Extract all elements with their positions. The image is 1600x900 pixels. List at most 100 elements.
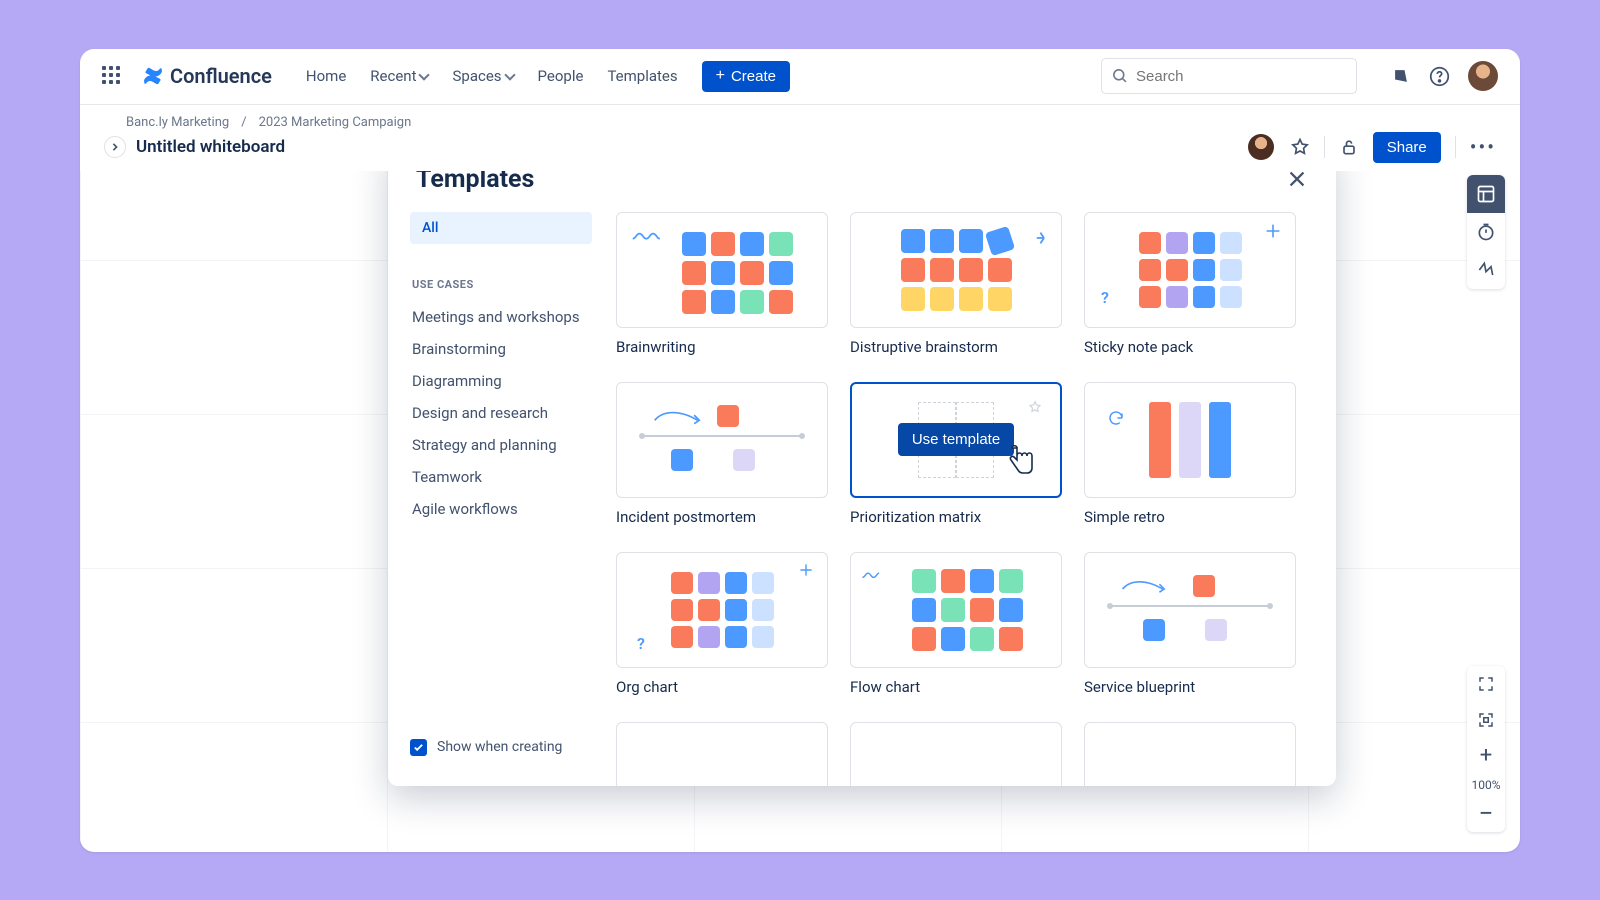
product-name: Confluence xyxy=(170,64,272,88)
question-icon: ? xyxy=(637,634,645,653)
template-thumb: ? xyxy=(1084,212,1296,328)
template-thumb xyxy=(616,212,828,328)
use-template-button[interactable]: Use template xyxy=(898,423,1014,456)
timer-button[interactable] xyxy=(1467,213,1505,251)
app-switcher-icon[interactable] xyxy=(102,66,122,86)
template-card[interactable]: Use template Prioritization matrix xyxy=(850,382,1062,526)
nav-spaces[interactable]: Spaces xyxy=(452,67,513,85)
search-input[interactable] xyxy=(1101,58,1357,94)
more-actions-icon[interactable]: ••• xyxy=(1470,135,1496,159)
category-strategy[interactable]: Strategy and planning xyxy=(410,429,592,461)
close-icon[interactable] xyxy=(1286,168,1308,190)
template-thumb: .sq.o[style]{width:22px;height:22px;bord… xyxy=(616,382,828,498)
help-icon[interactable] xyxy=(1429,66,1450,87)
presence-avatar[interactable] xyxy=(1246,132,1276,162)
template-thumb: Use template xyxy=(850,382,1062,498)
template-name: Incident postmortem xyxy=(616,508,828,526)
template-name: Simple retro xyxy=(1084,508,1296,526)
doc-title[interactable]: Untitled whiteboard xyxy=(136,137,285,157)
nav-home[interactable]: Home xyxy=(306,67,346,85)
template-card[interactable]: Simple retro xyxy=(1084,382,1296,526)
arrow-icon xyxy=(653,405,713,427)
flick-icon xyxy=(1259,783,1281,786)
nav-people[interactable]: People xyxy=(538,67,584,85)
breadcrumb-sep: / xyxy=(241,115,246,130)
template-card[interactable] xyxy=(616,722,828,786)
template-name: Brainwriting xyxy=(616,338,828,356)
category-meetings[interactable]: Meetings and workshops xyxy=(410,301,592,333)
flick-icon xyxy=(1035,229,1053,247)
squiggle-icon xyxy=(631,229,665,245)
show-when-creating[interactable]: Show when creating xyxy=(410,729,592,772)
zoom-out-button[interactable]: − xyxy=(1467,796,1505,832)
template-name: Distruptive brainstorm xyxy=(850,338,1062,356)
template-card[interactable]: Distruptive brainstorm xyxy=(850,212,1062,356)
template-name: Prioritization matrix xyxy=(850,508,1062,526)
template-thumb xyxy=(616,722,828,786)
category-all[interactable]: All xyxy=(410,212,592,244)
ai-button[interactable] xyxy=(1467,251,1505,289)
category-design-research[interactable]: Design and research xyxy=(410,397,592,429)
template-thumb xyxy=(1084,552,1296,668)
nav-links: Home Recent Spaces People Templates + Cr… xyxy=(306,61,790,92)
section-label: USE CASES xyxy=(412,278,592,291)
template-name: Org chart xyxy=(616,678,828,696)
fit-button[interactable] xyxy=(1467,702,1505,738)
template-card[interactable]: Brainwriting xyxy=(616,212,828,356)
category-diagramming[interactable]: Diagramming xyxy=(410,365,592,397)
product-logo[interactable]: Confluence xyxy=(142,64,272,88)
template-card[interactable]: Service blueprint xyxy=(1084,552,1296,696)
modal-sidebar: All USE CASES Meetings and workshops Bra… xyxy=(388,202,606,786)
create-button[interactable]: + Create xyxy=(702,61,790,92)
star-outline-icon xyxy=(1028,400,1042,414)
category-teamwork[interactable]: Teamwork xyxy=(410,461,592,493)
breadcrumb: Banc.ly Marketing / 2023 Marketing Campa… xyxy=(80,105,1520,130)
sidebar-expand-button[interactable] xyxy=(104,136,126,158)
category-agile[interactable]: Agile workflows xyxy=(410,493,592,525)
create-button-label: Create xyxy=(731,68,776,85)
search-wrap xyxy=(1101,58,1357,94)
template-thumb xyxy=(850,722,1062,786)
share-button[interactable]: Share xyxy=(1373,132,1441,163)
squiggle-icon xyxy=(861,569,889,583)
nav-right-icons xyxy=(1391,61,1498,91)
divider xyxy=(1455,136,1456,158)
template-name: Sticky note pack xyxy=(1084,338,1296,356)
nav-templates[interactable]: Templates xyxy=(607,67,677,85)
cursor-icon xyxy=(1007,444,1037,476)
fullscreen-button[interactable] xyxy=(1467,666,1505,702)
templates-panel-button[interactable] xyxy=(1467,175,1505,213)
star-icon[interactable] xyxy=(1290,137,1310,157)
template-thumb: ? xyxy=(616,552,828,668)
category-brainstorming[interactable]: Brainstorming xyxy=(410,333,592,365)
user-avatar[interactable] xyxy=(1468,61,1498,91)
template-thumb xyxy=(850,552,1062,668)
template-card[interactable]: .sq.o[style]{width:22px;height:22px;bord… xyxy=(616,382,828,526)
timeline-icon xyxy=(642,435,802,437)
template-thumb xyxy=(1084,722,1296,786)
template-grid: Brainwriting xyxy=(606,202,1336,786)
template-card[interactable]: ? Sticky note pack xyxy=(1084,212,1296,356)
template-card[interactable]: Flow chart xyxy=(850,552,1062,696)
checkbox-checked-icon[interactable] xyxy=(410,739,427,756)
top-nav: Confluence Home Recent Spaces People Tem… xyxy=(80,49,1520,105)
templates-modal: Templates All USE CASES Meetings and wor… xyxy=(388,143,1336,786)
notifications-icon[interactable] xyxy=(1391,66,1411,86)
breadcrumb-space[interactable]: Banc.ly Marketing xyxy=(126,115,229,130)
plus-icon: + xyxy=(716,68,725,84)
app-window: Confluence Home Recent Spaces People Tem… xyxy=(80,49,1520,852)
zoom-in-button[interactable]: + xyxy=(1467,738,1505,774)
template-card[interactable]: ? Org chart xyxy=(616,552,828,696)
side-dock xyxy=(1467,175,1505,289)
breadcrumb-page[interactable]: 2023 Marketing Campaign xyxy=(259,115,412,130)
timeline-icon xyxy=(1110,605,1270,607)
zoom-level: 100% xyxy=(1471,774,1500,796)
template-card[interactable] xyxy=(850,722,1062,786)
title-row: Untitled whiteboard Share ••• xyxy=(80,130,1520,171)
bars-icon xyxy=(1149,402,1231,478)
template-thumb xyxy=(850,212,1062,328)
nav-recent[interactable]: Recent xyxy=(370,67,428,85)
template-card[interactable] xyxy=(1084,722,1296,786)
arrow-icon xyxy=(1121,575,1177,595)
restrictions-icon[interactable] xyxy=(1339,137,1359,157)
